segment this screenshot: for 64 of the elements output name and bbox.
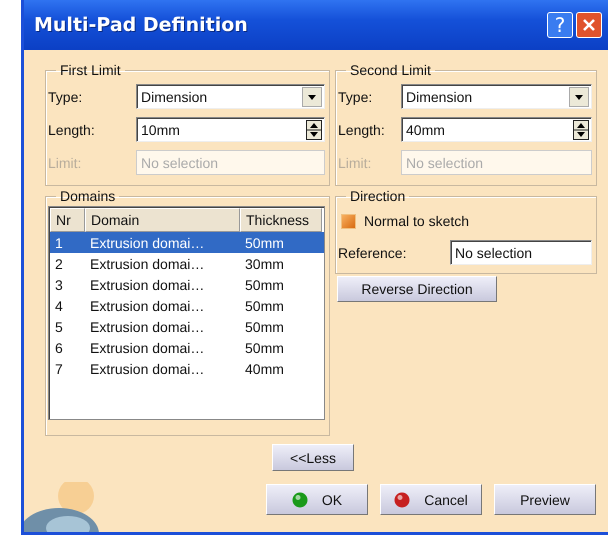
table-cell-text: Extrusion domai… — [89, 256, 206, 272]
cancel-button[interactable]: Cancel — [380, 484, 482, 515]
column-header[interactable]: Domain — [85, 208, 240, 232]
table-row[interactable]: 4 Extrusion domai… 50mm — [50, 295, 324, 316]
table-cell-text: 50mm — [244, 298, 285, 314]
table-cell-text: 5 — [54, 318, 64, 334]
group-title: Second Limit — [349, 62, 432, 78]
help-button[interactable]: ? — [547, 12, 573, 38]
table-cell-text: 2 — [54, 256, 64, 272]
table-cell-text: Extrusion domai… — [89, 298, 206, 314]
length-field[interactable]: 40mm — [401, 117, 592, 142]
less-button[interactable]: <<Less — [272, 444, 354, 471]
table-cell-text: Extrusion domai… — [89, 318, 206, 334]
group-title: Direction — [349, 188, 406, 204]
window-title: Multi-Pad Definition — [34, 14, 249, 36]
field-label: Type: — [48, 88, 84, 104]
table-row[interactable]: 1 Extrusion domai… 50mm — [50, 232, 324, 253]
ball-icon — [292, 492, 308, 508]
table-row[interactable]: 2 Extrusion domai… 30mm — [50, 253, 324, 274]
table-row[interactable]: 5 Extrusion domai… 50mm — [50, 316, 324, 337]
field-label: Type: — [338, 88, 374, 104]
checkbox[interactable] — [341, 214, 356, 228]
length-field[interactable]: 10mm — [136, 117, 325, 142]
ok-button[interactable]: OK — [266, 484, 368, 515]
field-label: Limit: — [338, 154, 372, 170]
type-dropdown[interactable]: Dimension — [401, 84, 592, 109]
close-button[interactable] — [576, 12, 602, 38]
table-cell-text: 50mm — [244, 318, 285, 334]
table-cell-text: 3 — [54, 276, 64, 292]
table-cell-text: 7 — [54, 360, 64, 376]
table-cell-text: 6 — [54, 340, 64, 356]
checkbox-label: Normal to sketch — [364, 213, 470, 229]
group-title: Domains — [59, 188, 116, 204]
close-icon — [582, 18, 596, 32]
caret-icon — [302, 86, 322, 106]
table-row[interactable]: 7 Extrusion domai… 40mm — [50, 358, 324, 379]
column-header[interactable]: Nr — [50, 208, 85, 232]
preview-button[interactable]: Preview — [494, 484, 596, 515]
field-label: Limit: — [48, 154, 82, 170]
table-row[interactable]: 3 Extrusion domai… 50mm — [50, 274, 324, 295]
field-label: Length: — [48, 122, 96, 138]
table-cell-text: Extrusion domai… — [89, 360, 206, 376]
table-cell-text: Extrusion domai… — [89, 276, 206, 292]
reverse-direction-button[interactable]: Reverse Direction — [337, 276, 497, 302]
type-dropdown[interactable]: Dimension — [136, 84, 325, 109]
table-cell-text: 30mm — [244, 256, 285, 272]
table-cell-text: 50mm — [244, 234, 285, 250]
field-label: Reference: — [338, 244, 408, 260]
table-cell-text: 4 — [54, 298, 64, 314]
field-label: Length: — [338, 122, 386, 138]
table-cell-text: 50mm — [244, 340, 285, 356]
spinner-icon — [306, 120, 322, 140]
table-cell-text: Extrusion domai… — [89, 340, 206, 356]
spinner-icon — [573, 120, 589, 140]
group-title: First Limit — [59, 62, 122, 78]
column-header[interactable]: Thickness — [240, 208, 322, 232]
table-cell-text: 1 — [54, 234, 64, 250]
table-row[interactable]: 6 Extrusion domai… 50mm — [50, 337, 324, 358]
ball-icon — [394, 492, 410, 508]
table-cell-text: 50mm — [244, 276, 285, 292]
table-cell-text: Extrusion domai… — [89, 234, 206, 250]
reference-field[interactable]: No selection — [450, 240, 592, 265]
table-cell-text: 40mm — [244, 360, 285, 376]
caret-icon — [569, 86, 589, 106]
